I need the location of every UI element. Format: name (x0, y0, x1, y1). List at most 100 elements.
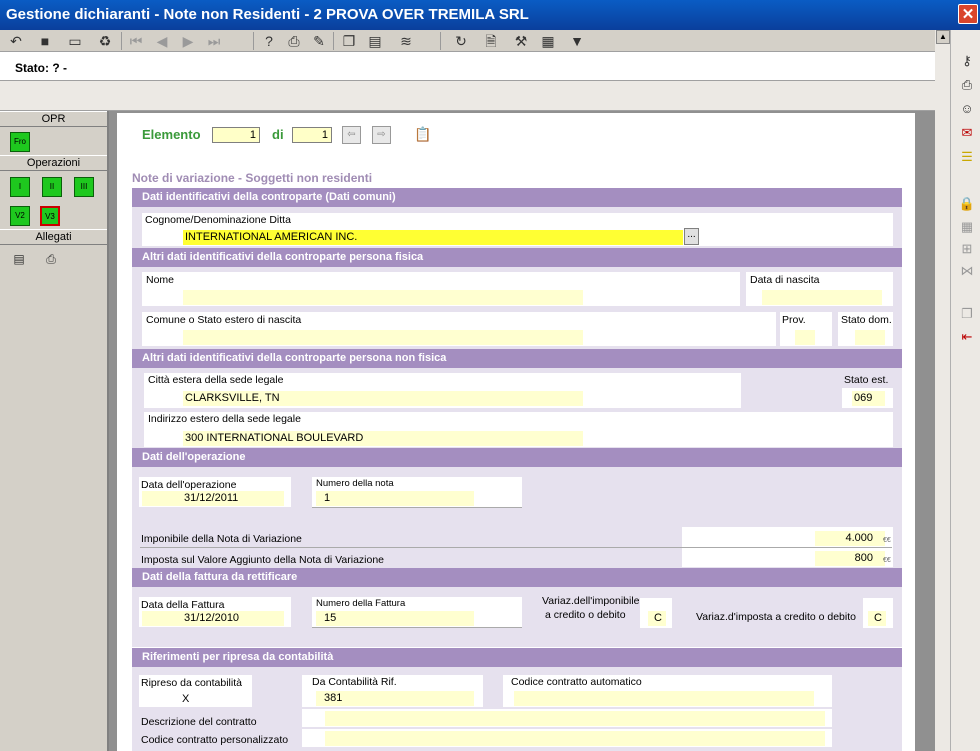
nome-label: Nome (146, 274, 175, 286)
paste-icon[interactable]: ▤ (364, 31, 386, 51)
imponibile-underline (140, 547, 892, 548)
datafatt-field[interactable]: 31/12/2010 (142, 611, 284, 626)
darif-field[interactable]: 381 (316, 691, 474, 706)
op-button-1[interactable]: I (10, 177, 30, 197)
prov-field[interactable] (795, 330, 815, 345)
delete-icon[interactable]: ♻ (94, 31, 116, 51)
status-text: Stato: ? - (15, 61, 67, 75)
descr-label: Descrizione del contratto (141, 716, 257, 728)
cognome-lookup-button[interactable]: ... (684, 228, 699, 245)
numnota-field[interactable]: 1 (316, 491, 474, 506)
refresh-icon[interactable]: ↻ (450, 31, 472, 51)
indirizzo-label: Indirizzo estero della sede legale (148, 413, 301, 425)
total-input[interactable]: 1 (292, 127, 332, 143)
notes-icon[interactable]: ☰ (958, 148, 976, 166)
dropdown-icon[interactable]: ▼ (566, 31, 588, 51)
stack-icon[interactable]: ≋ (395, 31, 417, 51)
sec4-header: Dati dell'operazione (132, 448, 902, 467)
descr-field[interactable] (325, 711, 825, 726)
codpers-field[interactable] (325, 731, 825, 746)
elemento-input[interactable]: 1 (212, 127, 260, 143)
di-label: di (272, 127, 284, 142)
variaz-imp-label-1: Variaz.dell'imponibile (542, 595, 640, 607)
statodom-label: Stato dom. (841, 314, 892, 326)
op-button-3[interactable]: III (74, 177, 94, 197)
grid-icon[interactable]: ▦ (958, 218, 976, 236)
comune-field[interactable] (183, 330, 583, 345)
imposta-currency: €€ (883, 557, 891, 564)
first-record-icon[interactable]: ⏮ (125, 31, 147, 51)
toolbar: ↶ ■ ▭ ♻ ⏮ ◀ ▶ ⏭ ? ⎙ ✎ ❐ ▤ ≋ ↻ 🗎 ⚒ ▦ ▼ (0, 30, 935, 52)
cognome-field[interactable]: INTERNATIONAL AMERICAN INC. (183, 230, 683, 245)
toolbar-separator (333, 32, 334, 50)
next-element-button[interactable]: ⇨ (372, 126, 391, 144)
op-button-v3[interactable]: V3 (40, 206, 60, 226)
scroll-up-icon[interactable]: ▲ (936, 30, 950, 44)
codauto-label: Codice contratto automatico (511, 676, 642, 688)
codpers-label: Codice contratto personalizzato (141, 734, 289, 746)
imponibile-field[interactable]: 4.000 (815, 531, 885, 546)
op-button-2[interactable]: II (42, 177, 62, 197)
opr-header: OPR (0, 111, 107, 127)
left-panel: OPR Fro Operazioni I II III V2 V3 Allega… (0, 111, 109, 751)
undo-icon[interactable]: ↶ (5, 31, 27, 51)
dataop-field[interactable]: 31/12/2011 (142, 491, 284, 506)
copy-icon[interactable]: ❐ (338, 31, 360, 51)
network-icon[interactable]: ⋈ (958, 262, 976, 280)
help-icon[interactable]: ? (258, 31, 280, 51)
prev-element-button[interactable]: ⇦ (342, 126, 361, 144)
imposta-field[interactable]: 800 (815, 551, 885, 566)
numfatt-field[interactable]: 15 (316, 611, 474, 626)
numnota-underline (312, 507, 522, 508)
tools-icon[interactable]: ⚒ (510, 31, 532, 51)
statoest-label: Stato est. (844, 374, 889, 386)
vertical-scrollbar[interactable] (935, 30, 951, 751)
darif-label: Da Contabilità Rif. (312, 676, 397, 688)
prev-record-icon[interactable]: ◀ (151, 31, 173, 51)
sec5-header: Dati della fattura da rettificare (132, 568, 902, 587)
next-record-icon[interactable]: ▶ (177, 31, 199, 51)
statodom-field[interactable] (855, 330, 885, 345)
variaz-imp-field[interactable]: C (648, 611, 666, 626)
lock-icon[interactable]: 🔒 (958, 195, 976, 213)
tree-icon[interactable]: ⊞ (958, 240, 976, 258)
new-element-icon[interactable]: 📋 (414, 126, 431, 143)
attachment-list-icon[interactable]: ▤ (8, 249, 30, 269)
mail-icon[interactable]: ✉ (958, 124, 976, 142)
attachment-print-icon[interactable]: ⎙ (40, 249, 62, 269)
preview-icon[interactable]: ▭ (64, 31, 86, 51)
ripreso-field[interactable]: X (142, 692, 246, 707)
codauto-field[interactable] (514, 691, 814, 706)
exit-icon[interactable]: ⇤ (958, 328, 976, 346)
report-icon[interactable]: ✎ (308, 31, 330, 51)
imponibile-currency: €€ (883, 537, 891, 544)
numfatt-label: Numero della Fattura (316, 598, 406, 609)
doc-icon[interactable]: 🗎 (480, 31, 502, 51)
nascita-label: Data di nascita (750, 274, 820, 286)
calculator-icon[interactable]: ▦ (537, 31, 559, 51)
variaz-iva-field[interactable]: C (868, 611, 886, 626)
variaz-imp-label-2: a credito o debito (545, 609, 626, 621)
cognome-label: Cognome/Denominazione Ditta (145, 214, 291, 226)
form-title: Note di variazione - Soggetti non reside… (132, 171, 373, 185)
nascita-field[interactable] (762, 290, 882, 305)
print-icon[interactable]: ⎙ (283, 31, 305, 51)
save-icon[interactable]: ■ (34, 31, 56, 51)
citta-field[interactable]: CLARKSVILLE, TN (183, 391, 583, 406)
prov-label: Prov. (782, 314, 806, 326)
toolbar-separator (253, 32, 254, 50)
pages-icon[interactable]: ❐ (958, 305, 976, 323)
person-icon[interactable]: ☺ (958, 100, 976, 118)
fro-button[interactable]: Fro (10, 132, 30, 152)
allegati-header: Allegati (0, 229, 107, 245)
numnota-label: Numero della nota (316, 478, 394, 489)
printer-icon[interactable]: ⎙ (958, 76, 976, 94)
op-button-v2[interactable]: V2 (10, 206, 30, 226)
statoest-field[interactable]: 069 (852, 391, 885, 406)
toolbar-separator (121, 32, 122, 50)
nome-field[interactable] (183, 290, 583, 305)
close-button[interactable]: ✕ (958, 4, 978, 24)
last-record-icon[interactable]: ⏭ (203, 31, 225, 51)
user-key-icon[interactable]: ⚷ (958, 52, 976, 70)
indirizzo-field[interactable]: 300 INTERNATIONAL BOULEVARD (183, 431, 583, 446)
